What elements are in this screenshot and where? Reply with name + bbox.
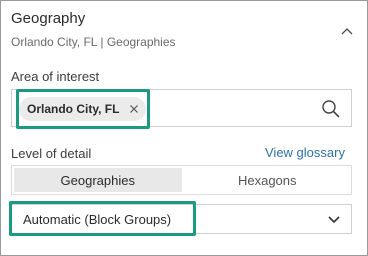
panel-title: Geography bbox=[11, 10, 86, 27]
panel-subtitle: Orlando City, FL | Geographies bbox=[11, 35, 176, 49]
level-of-detail-select[interactable]: Automatic (Block Groups) bbox=[11, 204, 352, 234]
area-chip-label: Orlando City, FL bbox=[27, 102, 120, 116]
chevron-up-icon[interactable] bbox=[341, 27, 353, 35]
geography-panel: Geography Orlando City, FL | Geographies… bbox=[0, 0, 368, 256]
level-of-detail-tabs: Geographies Hexagons bbox=[11, 165, 352, 195]
chevron-down-icon[interactable] bbox=[328, 216, 340, 224]
search-icon[interactable] bbox=[321, 99, 341, 119]
area-of-interest-input[interactable]: Orlando City, FL bbox=[11, 89, 352, 127]
selected-option: Automatic (Block Groups) bbox=[23, 211, 172, 227]
tab-hexagons[interactable]: Hexagons bbox=[184, 166, 352, 194]
area-chip[interactable]: Orlando City, FL bbox=[19, 97, 146, 121]
level-of-detail-label: Level of detail bbox=[11, 146, 92, 161]
geography-panel-header[interactable]: Geography Orlando City, FL | Geographies bbox=[1, 1, 367, 59]
close-icon[interactable] bbox=[128, 103, 140, 115]
view-glossary-link[interactable]: View glossary bbox=[265, 145, 345, 160]
area-of-interest-label: Area of interest bbox=[11, 69, 100, 84]
tab-geographies[interactable]: Geographies bbox=[14, 168, 182, 192]
